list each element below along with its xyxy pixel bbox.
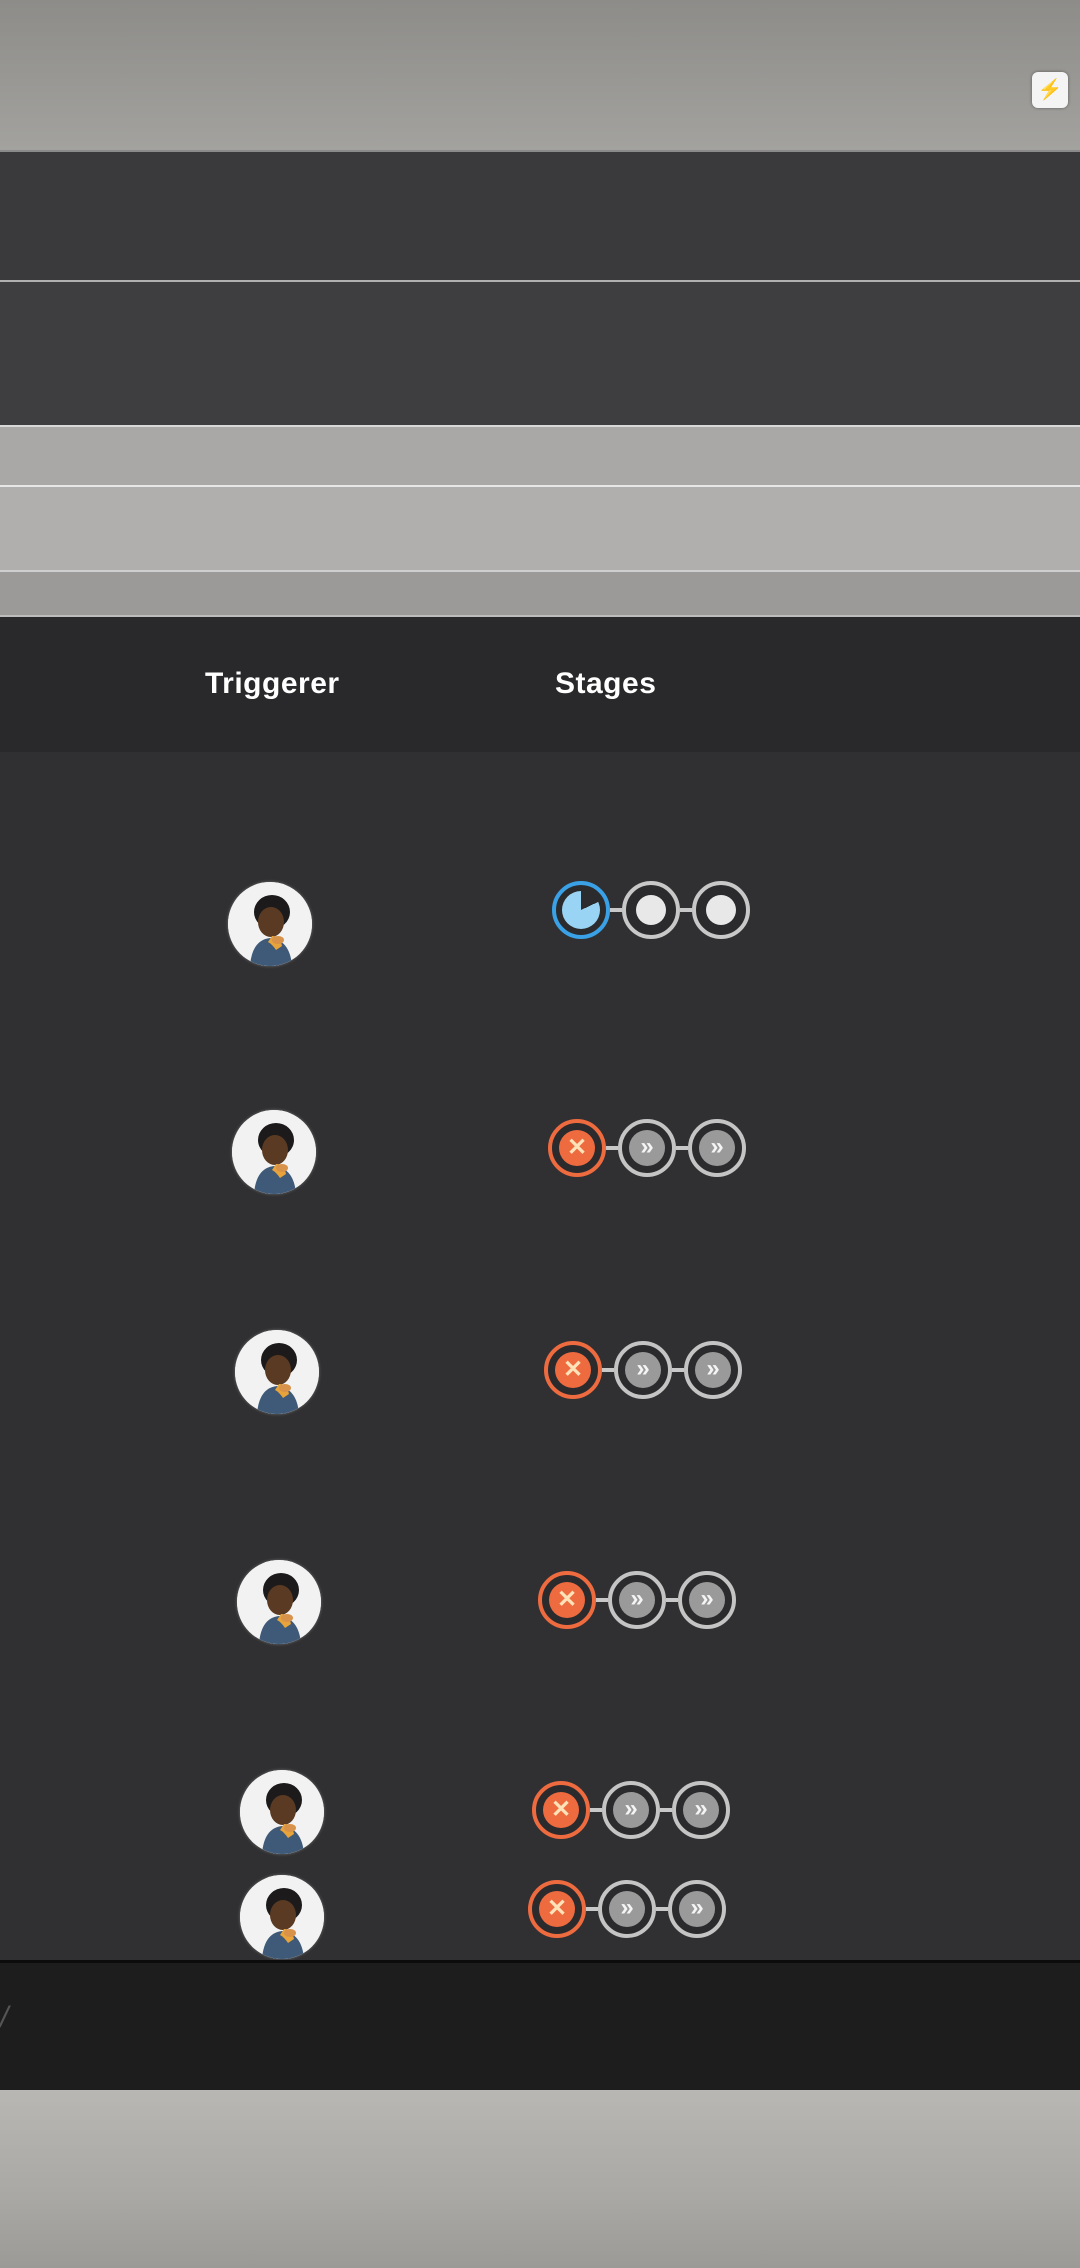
column-header-stages: Stages bbox=[555, 667, 657, 700]
stage-skipped-icon[interactable]: » bbox=[598, 1880, 656, 1938]
stage-failed-icon[interactable]: ✕ bbox=[544, 1341, 602, 1399]
stage-connector bbox=[680, 908, 692, 912]
stages-pipeline bbox=[552, 881, 750, 939]
stage-status-glyph: » bbox=[699, 1130, 735, 1166]
stage-status-glyph: » bbox=[683, 1792, 719, 1828]
stage-skipped-icon[interactable]: » bbox=[684, 1341, 742, 1399]
filter-band bbox=[0, 570, 1080, 617]
stage-skipped-icon[interactable]: » bbox=[618, 1119, 676, 1177]
stage-skipped-icon[interactable]: » bbox=[608, 1571, 666, 1629]
header-band bbox=[0, 150, 1080, 282]
triggerer-avatar[interactable] bbox=[232, 1110, 316, 1194]
stage-status-glyph: » bbox=[695, 1352, 731, 1388]
stage-connector bbox=[656, 1907, 668, 1911]
filter-band bbox=[0, 425, 1080, 487]
stages-pipeline: ✕ » » bbox=[544, 1341, 742, 1399]
stage-skipped-icon[interactable]: » bbox=[602, 1781, 660, 1839]
page: ⚡ Triggerer Stages ✕ » » ✕ » » ✕ » » ✕ » » ✕ » »… bbox=[0, 0, 1080, 2268]
stage-connector bbox=[666, 1598, 678, 1602]
stage-status-glyph: ✕ bbox=[543, 1792, 579, 1828]
stage-pending-icon[interactable] bbox=[622, 881, 680, 939]
toolbar-band bbox=[0, 280, 1080, 427]
stage-failed-icon[interactable]: ✕ bbox=[548, 1119, 606, 1177]
stage-status-glyph: ✕ bbox=[539, 1891, 575, 1927]
stage-status-glyph bbox=[706, 895, 736, 925]
stage-status-glyph: ✕ bbox=[549, 1582, 585, 1618]
triggerer-avatar[interactable] bbox=[228, 882, 312, 966]
stage-running-icon[interactable] bbox=[552, 881, 610, 939]
stage-failed-icon[interactable]: ✕ bbox=[528, 1880, 586, 1938]
triggerer-avatar[interactable] bbox=[240, 1770, 324, 1854]
stage-connector bbox=[606, 1146, 618, 1150]
filter-band bbox=[0, 485, 1080, 572]
pipelines-table: Triggerer Stages ✕ » » ✕ » » ✕ » » ✕ » » ✕ » » bbox=[0, 615, 1080, 1964]
stage-status-glyph bbox=[636, 895, 666, 925]
table-row[interactable]: ✕ » » bbox=[0, 1232, 1080, 1464]
top-bar: ⚡ bbox=[0, 0, 1080, 150]
monitor-bezel: / bbox=[0, 1960, 1080, 2093]
stage-skipped-icon[interactable]: » bbox=[672, 1781, 730, 1839]
stage-status-glyph: » bbox=[619, 1582, 655, 1618]
stage-status-glyph: » bbox=[689, 1582, 725, 1618]
stage-connector bbox=[596, 1598, 608, 1602]
stage-pending-icon[interactable] bbox=[692, 881, 750, 939]
table-row[interactable]: ✕ » » bbox=[0, 1462, 1080, 1674]
table-header: Triggerer Stages bbox=[0, 617, 1080, 754]
stage-connector bbox=[586, 1907, 598, 1911]
table-row[interactable] bbox=[0, 752, 1080, 1004]
stage-connector bbox=[672, 1368, 684, 1372]
stages-pipeline: ✕ » » bbox=[548, 1119, 746, 1177]
lightning-icon[interactable]: ⚡ bbox=[1032, 72, 1068, 108]
stage-failed-icon[interactable]: ✕ bbox=[532, 1781, 590, 1839]
table-row[interactable]: ✕ » » bbox=[0, 1672, 1080, 1879]
stage-status-glyph bbox=[562, 891, 600, 929]
stages-pipeline: ✕ » » bbox=[528, 1880, 726, 1938]
table-row[interactable]: ✕ » » bbox=[0, 1002, 1080, 1234]
stage-status-glyph: » bbox=[679, 1891, 715, 1927]
stage-skipped-icon[interactable]: » bbox=[688, 1119, 746, 1177]
stages-pipeline: ✕ » » bbox=[538, 1571, 736, 1629]
stage-skipped-icon[interactable]: » bbox=[614, 1341, 672, 1399]
table-row[interactable]: ✕ » » bbox=[0, 1875, 1080, 1964]
triggerer-avatar[interactable] bbox=[237, 1560, 321, 1644]
stage-status-glyph: » bbox=[629, 1130, 665, 1166]
stage-connector bbox=[590, 1808, 602, 1812]
stage-status-glyph: » bbox=[609, 1891, 645, 1927]
desk-surface bbox=[0, 2090, 1080, 2268]
column-header-triggerer: Triggerer bbox=[205, 667, 340, 700]
stage-connector bbox=[602, 1368, 614, 1372]
triggerer-avatar[interactable] bbox=[240, 1875, 324, 1959]
stage-status-glyph: ✕ bbox=[559, 1130, 595, 1166]
stage-status-glyph: » bbox=[625, 1352, 661, 1388]
stage-failed-icon[interactable]: ✕ bbox=[538, 1571, 596, 1629]
stage-connector bbox=[660, 1808, 672, 1812]
bezel-logo: / bbox=[0, 2001, 9, 2034]
stages-pipeline: ✕ » » bbox=[532, 1781, 730, 1839]
stage-connector bbox=[610, 908, 622, 912]
stage-status-glyph: » bbox=[613, 1792, 649, 1828]
stage-status-glyph: ✕ bbox=[555, 1352, 591, 1388]
triggerer-avatar[interactable] bbox=[235, 1330, 319, 1414]
stage-skipped-icon[interactable]: » bbox=[678, 1571, 736, 1629]
stage-connector bbox=[676, 1146, 688, 1150]
stage-skipped-icon[interactable]: » bbox=[668, 1880, 726, 1938]
